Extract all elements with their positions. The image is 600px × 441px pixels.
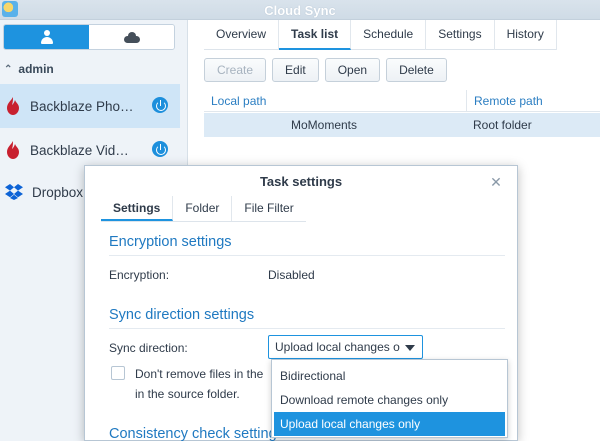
encryption-label: Encryption: <box>109 268 170 282</box>
option-upload-local-only[interactable]: Upload local changes only <box>274 412 505 436</box>
local-path-cell: MoMoments <box>204 113 466 137</box>
sidebar-item-label: Dropbox <box>32 184 84 200</box>
collapse-caret-icon: ⌃ <box>4 64 13 75</box>
main-tabs: Overview Task list Schedule Settings His… <box>204 20 557 50</box>
sidebar-group-label: admin <box>18 62 54 76</box>
tab-history[interactable]: History <box>495 20 557 50</box>
sidebar-item-backblaze-photos[interactable]: Backblaze Pho… <box>0 84 180 128</box>
section-divider <box>109 328 505 329</box>
backblaze-flame-icon <box>7 97 19 115</box>
window-title: Cloud Sync <box>264 3 336 18</box>
power-icon[interactable] <box>152 141 168 157</box>
tab-overview[interactable]: Overview <box>204 20 280 50</box>
backblaze-flame-icon <box>7 141 19 159</box>
sync-direction-dropdown: Bidirectional Download remote changes on… <box>271 359 508 438</box>
dialog-tab-folder[interactable]: Folder <box>173 196 233 221</box>
dialog-tab-file-filter[interactable]: File Filter <box>232 196 305 221</box>
window-titlebar: Cloud Sync <box>0 0 600 20</box>
option-bidirectional[interactable]: Bidirectional <box>272 364 507 388</box>
sidebar-view-switch <box>3 24 175 50</box>
consistency-section-title: Consistency check setting <box>109 426 277 441</box>
cloud-icon <box>123 31 140 43</box>
sync-direction-select[interactable]: Upload local changes o <box>268 335 423 359</box>
checkbox-label-line2: in the source folder. <box>135 387 240 401</box>
sidebar-item-label: Backblaze Pho… <box>30 98 134 114</box>
encryption-value: Disabled <box>268 268 315 282</box>
option-download-remote-only[interactable]: Download remote changes only <box>272 388 507 412</box>
edit-button[interactable]: Edit <box>272 58 319 82</box>
dialog-tab-settings[interactable]: Settings <box>101 196 174 221</box>
encryption-section-title: Encryption settings <box>109 234 232 250</box>
sync-direction-label: Sync direction: <box>109 341 188 355</box>
dialog-tabs: Settings Folder File Filter <box>101 196 306 222</box>
task-table-header: Local path Remote path <box>204 90 600 112</box>
checkbox-label-line1: Don't remove files in the d <box>135 367 267 381</box>
remote-path-cell: Root folder <box>473 118 532 132</box>
no-remove-files-checkbox[interactable] <box>111 366 125 380</box>
column-header-remote-path[interactable]: Remote path <box>466 90 600 111</box>
sidebar-item-label: Backblaze Vid… <box>30 142 129 158</box>
task-toolbar: Create Edit Open Delete <box>204 58 447 82</box>
sidebar-group-header[interactable]: ⌃ admin <box>4 62 54 76</box>
user-view-tab[interactable] <box>4 25 89 49</box>
open-button[interactable]: Open <box>324 58 381 82</box>
sync-direction-section-title: Sync direction settings <box>109 307 255 323</box>
cloud-view-tab[interactable] <box>89 25 174 49</box>
local-path-text: MoMoments <box>291 118 358 132</box>
create-button[interactable]: Create <box>204 58 267 82</box>
chevron-down-icon <box>405 345 415 351</box>
power-icon[interactable] <box>152 97 168 113</box>
delete-button[interactable]: Delete <box>386 58 447 82</box>
tab-schedule[interactable]: Schedule <box>351 20 427 50</box>
close-icon[interactable]: ✕ <box>489 175 503 189</box>
dialog-title: Task settings <box>259 174 343 189</box>
tab-task-list[interactable]: Task list <box>279 20 352 50</box>
table-row[interactable]: MoMoments Root folder <box>204 113 600 137</box>
user-icon <box>40 30 54 44</box>
tab-settings[interactable]: Settings <box>426 20 495 50</box>
section-divider <box>109 255 505 256</box>
sync-direction-selected-value: Upload local changes o <box>275 340 400 354</box>
column-header-local-path[interactable]: Local path <box>204 90 466 111</box>
dropbox-icon <box>5 184 23 200</box>
